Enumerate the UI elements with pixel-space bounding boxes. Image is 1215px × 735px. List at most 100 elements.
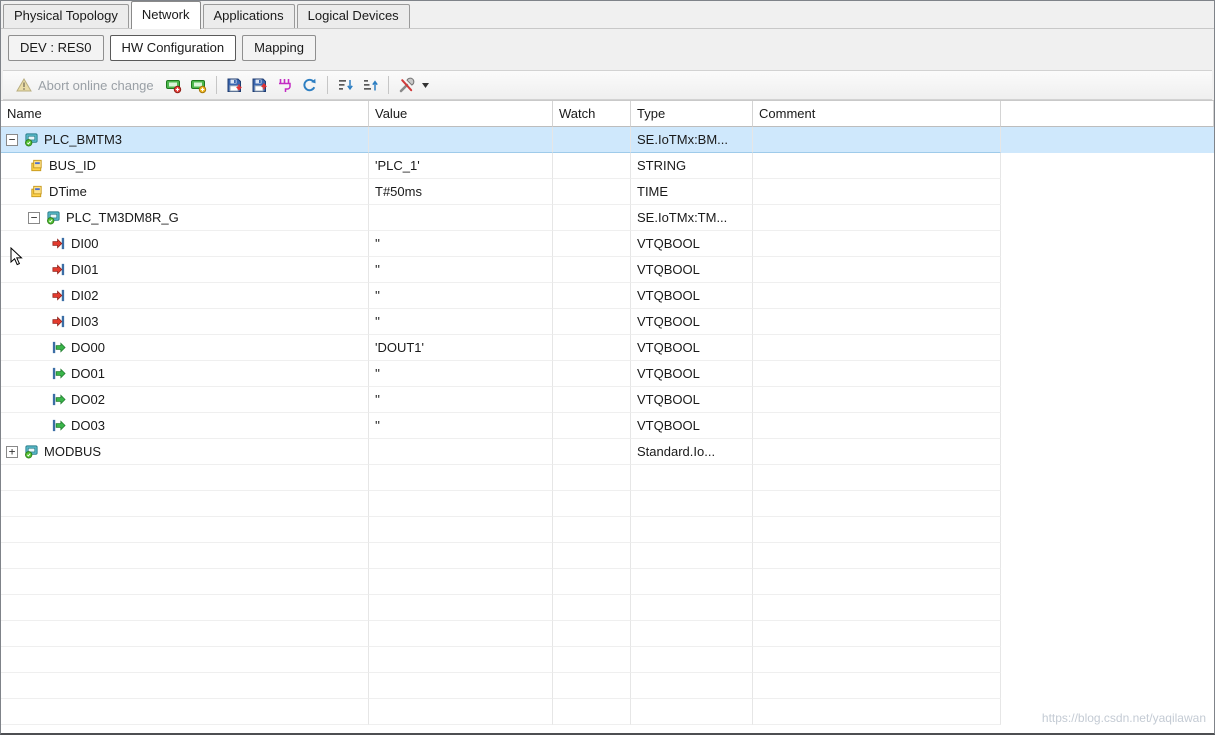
name-cell[interactable]: DO02 xyxy=(1,387,369,413)
watch-cell[interactable] xyxy=(553,231,631,257)
row-filler xyxy=(1001,413,1214,439)
expand-toggle-icon[interactable]: + xyxy=(6,446,18,458)
value-cell[interactable]: '' xyxy=(369,309,553,335)
value-cell[interactable]: 'PLC_1' xyxy=(369,153,553,179)
name-cell[interactable]: DI00 xyxy=(1,231,369,257)
name-cell[interactable]: +MODBUS xyxy=(1,439,369,465)
tree-row-di02[interactable]: DI02''VTQBOOL xyxy=(1,283,1214,309)
tree-row-dtime[interactable]: DTimeT#50msTIME xyxy=(1,179,1214,205)
tree-row-di00[interactable]: DI00''VTQBOOL xyxy=(1,231,1214,257)
comment-cell[interactable] xyxy=(753,439,1001,465)
watch-cell[interactable] xyxy=(553,361,631,387)
value-cell[interactable]: '' xyxy=(369,361,553,387)
insert-slave-icon[interactable] xyxy=(188,75,209,96)
row-filler xyxy=(1001,491,1214,517)
value-cell[interactable] xyxy=(369,205,553,231)
value-cell[interactable]: '' xyxy=(369,283,553,309)
value-cell[interactable]: T#50ms xyxy=(369,179,553,205)
empty-cell xyxy=(553,621,631,647)
export-icon[interactable] xyxy=(249,75,270,96)
abort-online-change-button[interactable]: Abort online change xyxy=(10,73,159,98)
name-cell[interactable]: DO00 xyxy=(1,335,369,361)
value-cell[interactable]: '' xyxy=(369,257,553,283)
column-header-name[interactable]: Name xyxy=(1,101,369,127)
column-header-value[interactable]: Value xyxy=(369,101,553,127)
subtab-mapping[interactable]: Mapping xyxy=(242,35,316,61)
comment-cell[interactable] xyxy=(753,335,1001,361)
watch-cell[interactable] xyxy=(553,309,631,335)
tree-row-bus-id[interactable]: BUS_ID'PLC_1'STRING xyxy=(1,153,1214,179)
comment-cell[interactable] xyxy=(753,283,1001,309)
tree-row-modbus[interactable]: +MODBUSStandard.Io... xyxy=(1,439,1214,465)
subtab-hw-configuration[interactable]: HW Configuration xyxy=(110,35,237,61)
value-cell[interactable] xyxy=(369,127,553,153)
subtab-dev-res0[interactable]: DEV : RES0 xyxy=(8,35,104,61)
tree-row-do02[interactable]: DO02''VTQBOOL xyxy=(1,387,1214,413)
value-cell[interactable]: '' xyxy=(369,413,553,439)
name-cell[interactable]: DTime xyxy=(1,179,369,205)
empty-cell xyxy=(753,517,1001,543)
name-cell[interactable]: DI01 xyxy=(1,257,369,283)
tree-row-do03[interactable]: DO03'' VTQBOOL xyxy=(1,413,1214,439)
comment-cell[interactable] xyxy=(753,231,1001,257)
insert-master-icon[interactable] xyxy=(163,75,184,96)
row-filler xyxy=(1001,517,1214,543)
settings-icon[interactable] xyxy=(396,75,417,96)
name-cell[interactable]: DI03 xyxy=(1,309,369,335)
watch-cell[interactable] xyxy=(553,283,631,309)
collapse-toggle-icon[interactable]: − xyxy=(28,212,40,224)
column-header-type[interactable]: Type xyxy=(631,101,753,127)
comment-cell[interactable] xyxy=(753,205,1001,231)
watch-cell[interactable] xyxy=(553,257,631,283)
connect-icon[interactable] xyxy=(274,75,295,96)
type-cell: VTQBOOL xyxy=(631,413,753,439)
tree-row-plc-bmtm3[interactable]: −PLC_BMTM3SE.IoTMx:BM... xyxy=(1,127,1214,153)
tree-row-di03[interactable]: DI03''VTQBOOL xyxy=(1,309,1214,335)
watch-cell[interactable] xyxy=(553,205,631,231)
watch-cell[interactable] xyxy=(553,153,631,179)
dropdown-arrow-icon[interactable] xyxy=(421,75,431,96)
comment-cell[interactable] xyxy=(753,179,1001,205)
comment-cell[interactable] xyxy=(753,361,1001,387)
refresh-icon[interactable] xyxy=(299,75,320,96)
watch-cell[interactable] xyxy=(553,179,631,205)
comment-cell[interactable] xyxy=(753,413,1001,439)
tab-physical-topology[interactable]: Physical Topology xyxy=(3,4,129,28)
tree-row-plc-tm3dm8r-g[interactable]: −PLC_TM3DM8R_GSE.IoTMx:TM... xyxy=(1,205,1214,231)
watch-cell[interactable] xyxy=(553,413,631,439)
value-cell[interactable]: 'DOUT1' xyxy=(369,335,553,361)
name-cell[interactable]: DO03 xyxy=(1,413,369,439)
watch-cell[interactable] xyxy=(553,335,631,361)
name-cell[interactable]: DI02 xyxy=(1,283,369,309)
watch-cell[interactable] xyxy=(553,439,631,465)
tree-row-do00[interactable]: DO00'DOUT1'VTQBOOL xyxy=(1,335,1214,361)
empty-cell xyxy=(369,673,553,699)
row-filler xyxy=(1001,387,1214,413)
tree-row-di01[interactable]: DI01''VTQBOOL xyxy=(1,257,1214,283)
comment-cell[interactable] xyxy=(753,127,1001,153)
sort-descending-icon[interactable] xyxy=(335,75,356,96)
value-cell[interactable]: '' xyxy=(369,387,553,413)
name-cell[interactable]: −PLC_BMTM3 xyxy=(1,127,369,153)
comment-cell[interactable] xyxy=(753,257,1001,283)
collapse-toggle-icon[interactable]: − xyxy=(6,134,18,146)
name-cell[interactable]: −PLC_TM3DM8R_G xyxy=(1,205,369,231)
name-cell[interactable]: DO01 xyxy=(1,361,369,387)
comment-cell[interactable] xyxy=(753,309,1001,335)
value-cell[interactable] xyxy=(369,439,553,465)
column-header-comment[interactable]: Comment xyxy=(753,101,1001,127)
tab-applications[interactable]: Applications xyxy=(203,4,295,28)
tab-logical-devices[interactable]: Logical Devices xyxy=(297,4,410,28)
comment-cell[interactable] xyxy=(753,387,1001,413)
empty-row xyxy=(1,465,1214,491)
name-cell[interactable]: BUS_ID xyxy=(1,153,369,179)
tree-row-do01[interactable]: DO01''VTQBOOL xyxy=(1,361,1214,387)
sort-ascending-icon[interactable] xyxy=(360,75,381,96)
tab-network[interactable]: Network xyxy=(131,1,201,29)
comment-cell[interactable] xyxy=(753,153,1001,179)
column-header-watch[interactable]: Watch xyxy=(553,101,631,127)
value-cell[interactable]: '' xyxy=(369,231,553,257)
watch-cell[interactable] xyxy=(553,127,631,153)
watch-cell[interactable] xyxy=(553,387,631,413)
import-icon[interactable] xyxy=(224,75,245,96)
